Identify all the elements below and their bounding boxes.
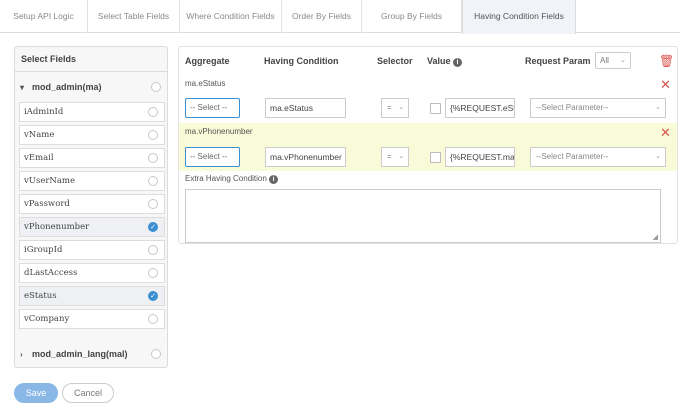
value-field[interactable]: {%REQUEST.ma.vPhonenumber%} [445,147,515,167]
tab-having-condition-fields[interactable]: Having Condition Fields [462,0,576,34]
request-param-select[interactable]: --Select Parameter-- ⌄ [530,147,666,167]
table-name: mod_admin(ma) [32,82,102,92]
field-label: dLastAccess [24,268,78,278]
tab-select-table-fields[interactable]: Select Table Fields [88,0,180,33]
field-label: vUserName [24,176,76,186]
value-checkbox[interactable] [430,152,441,163]
condition-label: ma.eStatus [185,79,226,88]
field-radio[interactable] [148,153,158,163]
extra-having-condition-textarea[interactable]: ◢ [185,189,661,243]
table-name: mod_admin_lang(mal) [32,349,128,359]
field-label: iGroupId [24,245,63,255]
trash-icon[interactable]: 🗑 [659,54,674,68]
field-label: vPhonenumber [24,222,90,232]
field-vcompany[interactable]: vCompany [19,309,165,329]
chevron-down-icon: ⌄ [620,57,626,64]
field-radio[interactable] [148,199,158,209]
field-vemail[interactable]: vEmail [19,148,165,168]
field-radio[interactable] [148,107,158,117]
condition-label: ma.vPhonenumber [185,127,253,136]
field-label: iAdminId [24,107,64,117]
table-mod-admin[interactable]: ▾ mod_admin(ma) [20,78,163,96]
field-radio[interactable] [148,314,158,324]
header-request-param: Request Param [525,56,591,66]
selector-select[interactable]: = ⌄ [381,98,409,118]
field-label: vEmail [24,153,54,163]
condition-row: ma.vPhonenumber ✕ -- Select -- ma.vPhone… [179,123,677,171]
chevron-down-icon: ⌄ [655,104,661,111]
header-aggregate: Aggregate [185,56,230,66]
table-mod-admin-lang[interactable]: › mod_admin_lang(mal) [20,345,163,363]
field-igroupid[interactable]: iGroupId [19,240,165,260]
table-radio[interactable] [151,82,161,92]
chevron-down-icon: ⌄ [655,153,661,160]
check-icon[interactable]: ✓ [148,291,158,301]
tab-setup-api-logic[interactable]: Setup API Logic [0,0,88,33]
field-iadminid[interactable]: iAdminId [19,102,165,122]
save-button[interactable]: Save [14,383,58,403]
field-dlastaccess[interactable]: dLastAccess [19,263,165,283]
table-radio[interactable] [151,349,161,359]
field-estatus[interactable]: eStatus ✓ [19,286,165,306]
chevron-down-icon: ▾ [20,83,25,92]
tab-bar: Setup API Logic Select Table Fields Wher… [0,0,680,34]
panel-title: Select Fields [15,47,167,72]
field-label: vPassword [24,199,70,209]
chevron-right-icon: › [20,350,23,359]
close-icon[interactable]: ✕ [660,126,671,139]
selector-select[interactable]: = ⌄ [381,147,409,167]
field-radio[interactable] [148,245,158,255]
chevron-down-icon: ⌄ [398,104,404,111]
having-condition-panel: Aggregate Having Condition Selector Valu… [178,46,678,244]
info-icon[interactable]: i [269,175,279,184]
field-label: vCompany [24,314,70,324]
tab-group-by-fields[interactable]: Group By Fields [362,0,462,33]
resize-grip-icon[interactable]: ◢ [653,233,658,241]
info-icon[interactable]: i [453,58,463,67]
header-value: Value i [427,56,463,67]
request-param-select[interactable]: --Select Parameter-- ⌄ [530,98,666,118]
header-having-condition: Having Condition [264,56,339,66]
field-vpassword[interactable]: vPassword [19,194,165,214]
field-radio[interactable] [148,268,158,278]
tab-where-condition-fields[interactable]: Where Condition Fields [180,0,282,33]
select-fields-panel: Select Fields ▾ mod_admin(ma) iAdminId vN… [14,46,168,368]
condition-row: ma.eStatus ✕ -- Select -- ma.eStatus = ⌄ … [179,75,677,121]
field-radio[interactable] [148,130,158,140]
close-icon[interactable]: ✕ [660,78,671,91]
field-label: eStatus [24,291,57,301]
value-checkbox[interactable] [430,103,441,114]
having-condition-field[interactable]: ma.vPhonenumber [265,147,346,167]
field-vname[interactable]: vName [19,125,165,145]
aggregate-select[interactable]: -- Select -- [185,98,240,118]
field-radio[interactable] [148,176,158,186]
extra-having-condition-label: Extra Having Condition i [185,174,279,184]
all-select[interactable]: All ⌄ [595,52,631,69]
tab-order-by-fields[interactable]: Order By Fields [282,0,362,33]
value-field[interactable]: {%REQUEST.eStatus%} [445,98,515,118]
header-selector: Selector [377,56,413,66]
field-label: vName [24,130,55,140]
check-icon[interactable]: ✓ [148,222,158,232]
chevron-down-icon: ⌄ [398,153,404,160]
having-condition-field[interactable]: ma.eStatus [265,98,346,118]
field-vphonenumber[interactable]: vPhonenumber ✓ [19,217,165,237]
cancel-button[interactable]: Cancel [62,383,114,403]
field-vusername[interactable]: vUserName [19,171,165,191]
aggregate-select[interactable]: -- Select -- [185,147,240,167]
